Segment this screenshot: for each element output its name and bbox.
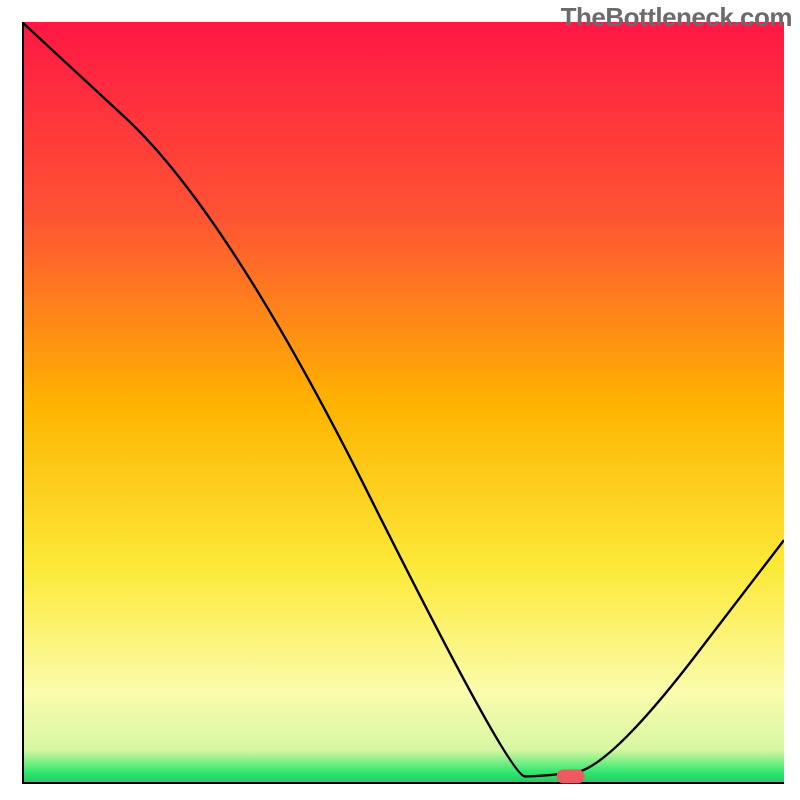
plot-area <box>22 22 784 784</box>
chart-container: TheBottleneck.com <box>0 0 800 800</box>
optimal-marker <box>557 769 585 783</box>
line-chart <box>22 22 784 784</box>
gradient-background <box>22 22 784 784</box>
watermark-label: TheBottleneck.com <box>561 2 792 33</box>
